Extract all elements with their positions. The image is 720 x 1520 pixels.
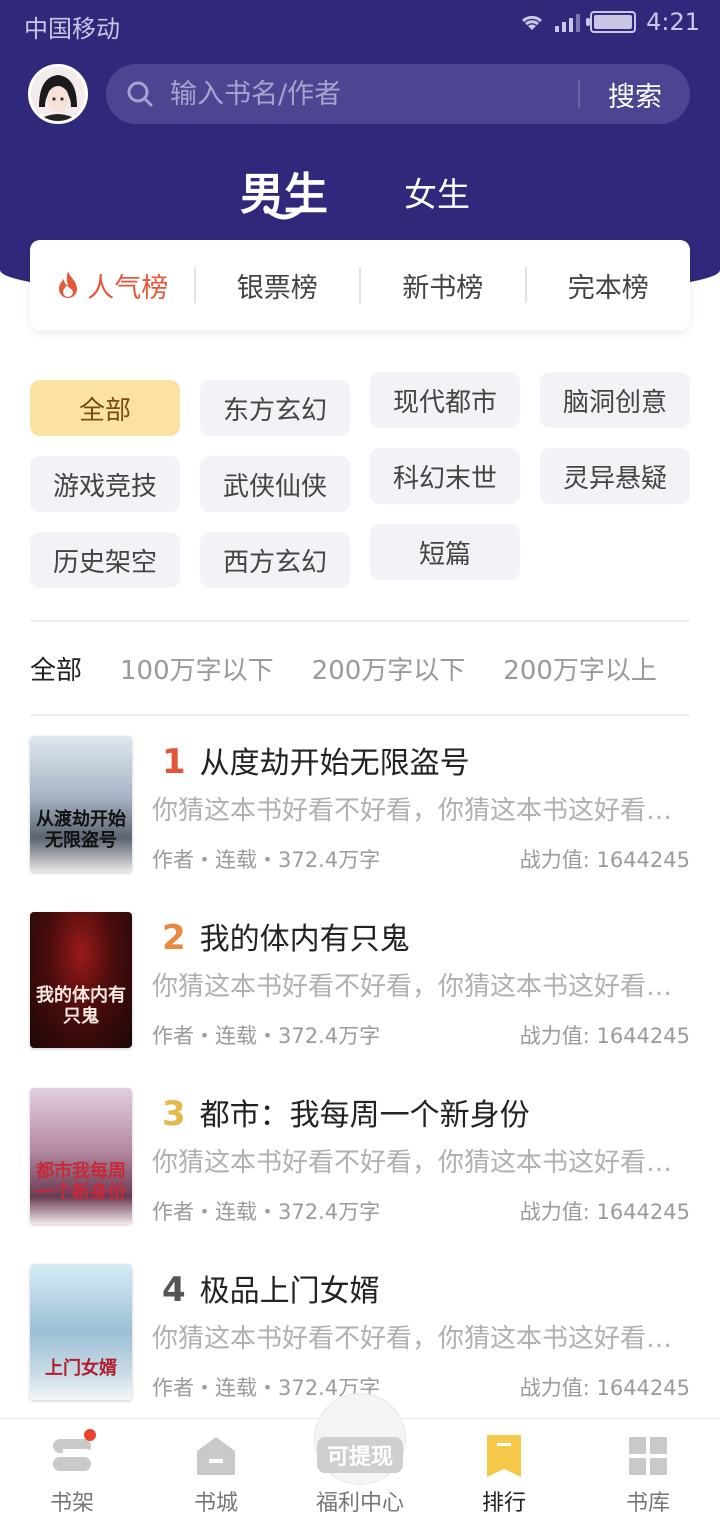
tab-female[interactable]: 女生: [404, 168, 470, 216]
ranking-tabs: 人气榜 银票榜 新书榜 完本榜: [30, 240, 690, 330]
category-chip[interactable]: 脑洞创意: [540, 372, 690, 428]
category-chip[interactable]: 西方玄幻: [200, 532, 350, 588]
signal-icon: [555, 12, 581, 32]
book-description: 你猜这本书好看不好看，你猜这本书这好看不好看: [152, 1324, 692, 1354]
user-avatar[interactable]: [28, 64, 88, 124]
book-cover: 我的体内有只鬼: [30, 912, 132, 1048]
category-chip[interactable]: 灵异悬疑: [540, 448, 690, 504]
rank-tab-silver-ticket[interactable]: 银票榜: [196, 266, 360, 305]
section-divider: [30, 620, 690, 622]
word-count-option[interactable]: 100万字以下: [120, 650, 274, 687]
library-icon: [629, 1437, 667, 1475]
category-chip[interactable]: 短篇: [370, 524, 520, 580]
rank-tab-label: 人气榜: [87, 272, 169, 304]
nav-bookstore[interactable]: 书城: [144, 1419, 288, 1520]
flame-icon: [59, 271, 78, 298]
rank-tab-label: 完本榜: [567, 272, 649, 304]
nav-label: 书架: [49, 1491, 94, 1516]
book-power-score: 战力值: 1644245: [519, 1024, 690, 1048]
category-chip[interactable]: 历史架空: [30, 532, 180, 588]
book-meta: 作者・连载・372.4万字: [152, 1024, 381, 1048]
category-chip[interactable]: 现代都市: [370, 372, 520, 428]
nav-label: 排行: [481, 1491, 526, 1516]
book-cover: 都市我每周一个新身份: [30, 1088, 132, 1224]
search-button[interactable]: 搜索: [580, 75, 690, 114]
ranking-icon: [487, 1435, 521, 1477]
book-title: 极品上门女婿: [199, 1274, 380, 1309]
nav-ranking[interactable]: 排行: [432, 1419, 576, 1520]
word-count-option[interactable]: 200万字以下: [312, 650, 466, 687]
rank-tab-label: 银票榜: [236, 272, 318, 304]
battery-icon: [586, 11, 637, 33]
book-list-item[interactable]: 都市我每周一个新身份 3 都市：我每周一个新身份 你猜这本书好看不好看，你猜这本…: [30, 1088, 692, 1224]
search-bar[interactable]: 搜索: [106, 64, 690, 124]
rank-tab-new-books[interactable]: 新书榜: [361, 266, 525, 305]
active-tab-indicator: [263, 205, 305, 220]
book-description: 你猜这本书好看不好看，你猜这本书这好看不好看: [152, 796, 692, 826]
book-meta: 作者・连载・372.4万字: [152, 1200, 381, 1224]
book-meta: 作者・连载・372.4万字: [152, 848, 381, 872]
word-count-option[interactable]: 200万字以上: [503, 650, 657, 687]
wifi-icon: [522, 15, 543, 30]
notification-dot: [84, 1429, 96, 1441]
status-bar: 中国移动 4:21: [0, 0, 720, 48]
book-cover: 从渡劫开始无限盗号: [30, 736, 132, 872]
book-list-item[interactable]: 从渡劫开始无限盗号 1 从度劫开始无限盗号 你猜这本书好看不好看，你猜这本书这好…: [30, 736, 692, 872]
search-input[interactable]: [170, 78, 578, 110]
rank-number: 1: [162, 742, 186, 782]
book-power-score: 战力值: 1644245: [519, 848, 690, 872]
book-power-score: 战力值: 1644245: [519, 1200, 690, 1224]
carrier-name: 中国移动: [24, 15, 120, 43]
category-chip[interactable]: 东方玄幻: [200, 380, 350, 436]
book-list-item[interactable]: 上门女婿 4 极品上门女婿 你猜这本书好看不好看，你猜这本书这好看不好看 作者・…: [30, 1264, 692, 1400]
clock: 4:21: [646, 8, 700, 36]
book-list-item[interactable]: 我的体内有只鬼 2 我的体内有只鬼 你猜这本书好看不好看，你猜这本书这好看不好看…: [30, 912, 692, 1048]
nav-library[interactable]: 书库: [576, 1419, 720, 1520]
withdraw-badge: 可提现: [316, 1437, 404, 1473]
book-title: 从度劫开始无限盗号: [199, 746, 470, 781]
book-title: 都市：我每周一个新身份: [199, 1098, 530, 1133]
bookstore-icon: [197, 1437, 235, 1475]
bottom-navigation: 书架 书城 可提现 福利中心 排行 书库: [0, 1393, 720, 1520]
search-icon: [126, 80, 154, 108]
rank-tab-popularity[interactable]: 人气榜: [30, 266, 194, 305]
nav-label: 书城: [193, 1491, 238, 1516]
book-description: 你猜这本书好看不好看，你猜这本书这好看不好看: [152, 1148, 692, 1178]
word-count-filter: 全部 100万字以下 200万字以下 200万字以上: [30, 646, 695, 690]
rank-tab-completed[interactable]: 完本榜: [527, 266, 691, 305]
category-chip[interactable]: 武侠仙侠: [200, 456, 350, 512]
book-power-score: 战力值: 1644245: [519, 1376, 690, 1400]
word-count-option[interactable]: 全部: [30, 650, 82, 687]
rank-number: 2: [162, 918, 186, 958]
nav-bookshelf[interactable]: 书架: [0, 1419, 144, 1520]
avatar-image: [31, 67, 85, 121]
status-icons: 4:21: [519, 8, 700, 36]
nav-label: 书库: [625, 1491, 670, 1516]
category-chip[interactable]: 科幻末世: [370, 448, 520, 504]
rank-tab-label: 新书榜: [402, 272, 484, 304]
book-description: 你猜这本书好看不好看，你猜这本书这好看不好看: [152, 972, 692, 1002]
category-chip-all[interactable]: 全部: [30, 380, 180, 436]
rank-number: 4: [162, 1270, 186, 1310]
nav-welfare-center[interactable]: 可提现 福利中心: [288, 1393, 432, 1520]
book-cover: 上门女婿: [30, 1264, 132, 1400]
gender-tabs: 男生 女生: [0, 150, 720, 230]
category-chip[interactable]: 游戏竞技: [30, 456, 180, 512]
book-title: 我的体内有只鬼: [199, 922, 410, 957]
section-divider: [30, 714, 690, 716]
nav-label: 福利中心: [315, 1491, 404, 1516]
rank-number: 3: [162, 1094, 186, 1134]
